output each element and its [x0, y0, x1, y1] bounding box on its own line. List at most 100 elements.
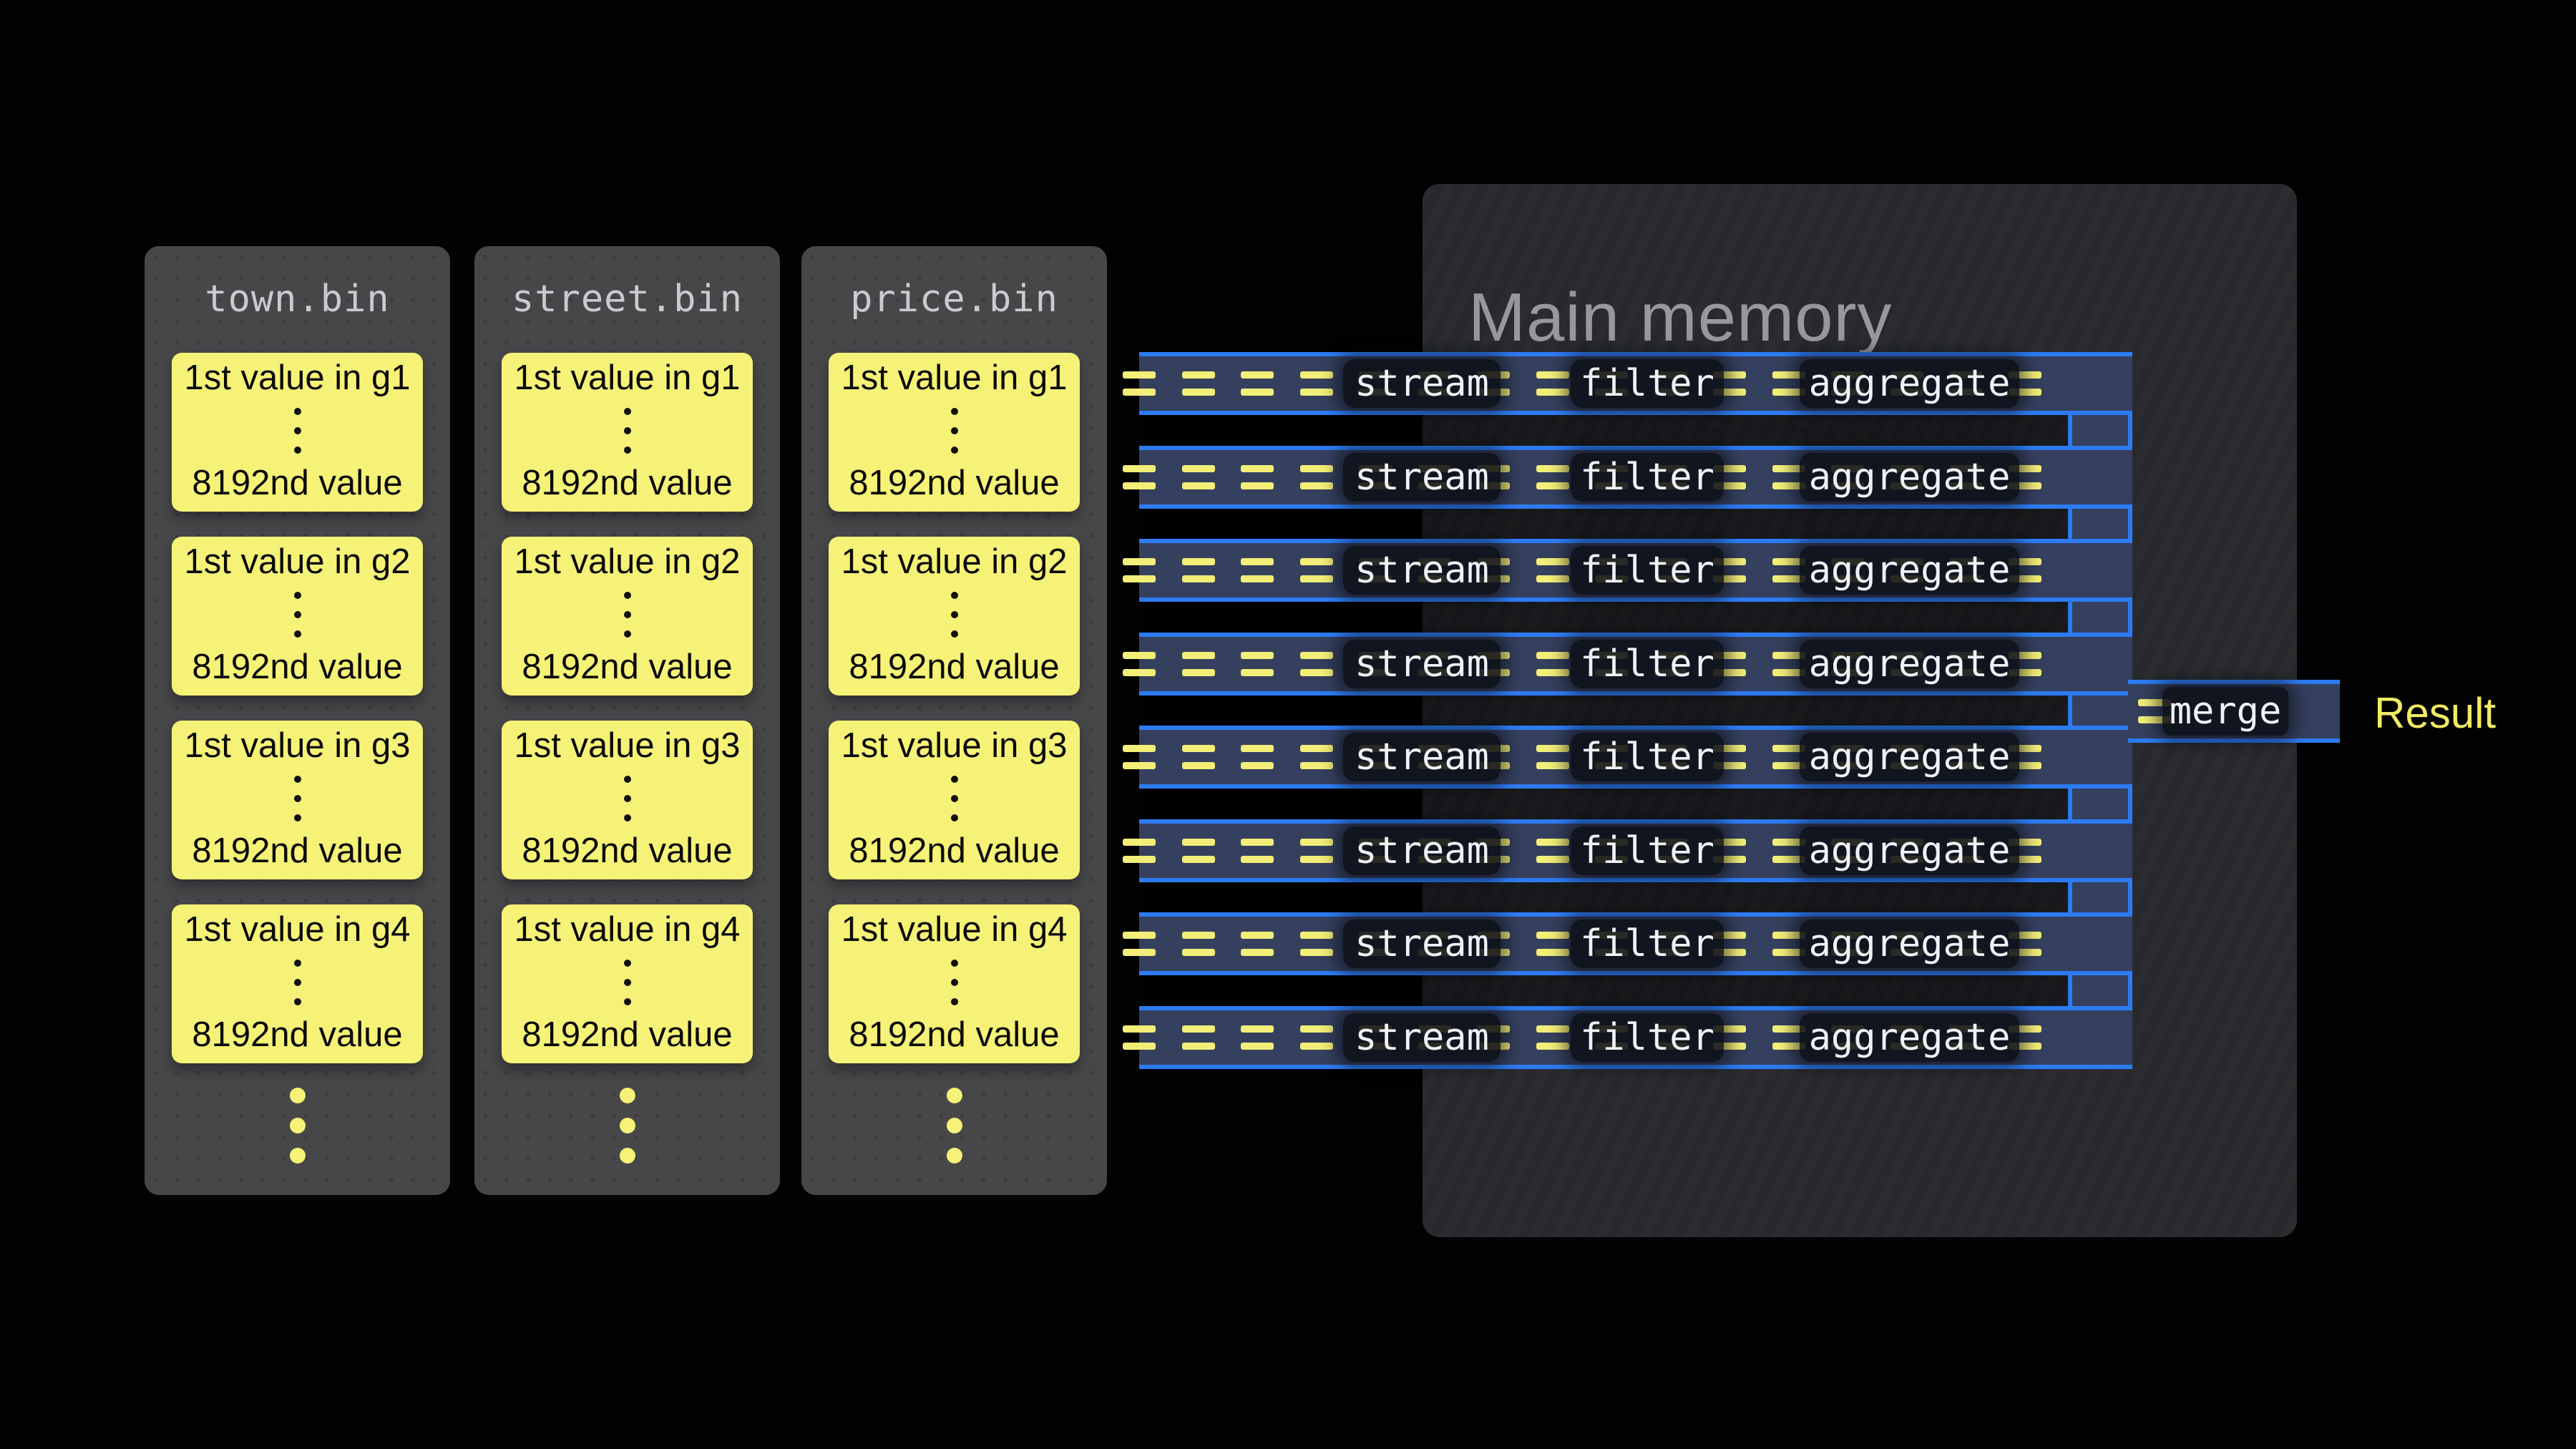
stage-label: aggregate	[1809, 736, 2011, 779]
file-header: town.bin	[145, 246, 450, 352]
block-last-value: 8192nd value	[522, 833, 732, 869]
main-memory-title: Main memory	[1468, 278, 1892, 357]
stage-label: stream	[1355, 922, 1489, 965]
stage-box-aggregate: aggregate	[1800, 546, 2019, 595]
ellipsis-dots-icon	[624, 960, 631, 1005]
data-chunk-icon	[1241, 558, 1274, 582]
stage-box-filter: filter	[1571, 1013, 1724, 1062]
stage-box-filter: filter	[1571, 733, 1724, 781]
stage-box-stream: stream	[1343, 826, 1501, 875]
data-chunk-icon	[1241, 839, 1274, 863]
data-chunk-icon	[1182, 932, 1215, 956]
stage-label: stream	[1355, 549, 1489, 592]
data-chunk-icon	[1536, 371, 1569, 396]
stage-box-stream: stream	[1343, 359, 1501, 408]
stage-label: filter	[1580, 922, 1714, 965]
stage-label: stream	[1355, 829, 1489, 872]
stage-box-stream: stream	[1343, 546, 1501, 595]
block-last-value: 8192nd value	[192, 649, 402, 686]
value-block-g3: 1st value in g38192nd value	[172, 721, 423, 879]
result-label: Result	[2374, 688, 2496, 738]
block-first-value: 1st value in g1	[185, 360, 411, 396]
data-chunk-icon	[1300, 371, 1333, 396]
stage-label: filter	[1580, 1016, 1714, 1059]
block-first-value: 1st value in g3	[841, 728, 1068, 764]
stage-box-stream: stream	[1343, 919, 1501, 968]
data-chunk-icon	[1123, 371, 1156, 396]
value-block-g1: 1st value in g18192nd value	[829, 353, 1080, 512]
block-first-value: 1st value in g3	[514, 728, 741, 764]
data-chunk-icon	[1300, 932, 1333, 956]
stage-label: stream	[1355, 362, 1489, 405]
data-chunk-icon	[1123, 745, 1156, 769]
pipeline-row-2: streamfilteraggregate	[1139, 446, 2132, 509]
block-last-value: 8192nd value	[192, 1017, 402, 1053]
stage-label: aggregate	[1809, 829, 2011, 872]
data-chunk-icon	[1536, 558, 1569, 582]
data-chunk-icon	[1300, 558, 1333, 582]
stage-label: stream	[1355, 456, 1489, 499]
value-block-g2: 1st value in g28192nd value	[502, 537, 753, 696]
data-chunk-icon	[1123, 465, 1156, 489]
ellipsis-dots-icon	[951, 408, 958, 454]
data-chunk-icon	[1241, 932, 1274, 956]
data-chunk-icon	[1182, 371, 1215, 396]
data-chunk-icon	[1536, 932, 1569, 956]
stage-box-filter: filter	[1571, 826, 1724, 875]
ellipsis-dots-icon	[294, 408, 301, 454]
pipeline-row-1: streamfilteraggregate	[1139, 352, 2132, 415]
data-chunk-icon	[1123, 839, 1156, 863]
data-chunk-icon	[1536, 1025, 1569, 1050]
merge-stub: merge	[2128, 680, 2340, 743]
more-groups-dots-icon	[620, 1088, 635, 1163]
stage-box-aggregate: aggregate	[1800, 733, 2019, 781]
pipeline-row-5: streamfilteraggregate	[1139, 726, 2132, 789]
stage-label: filter	[1580, 829, 1714, 872]
ellipsis-dots-icon	[294, 960, 301, 1005]
ellipsis-dots-icon	[951, 592, 958, 638]
data-chunk-icon	[1536, 652, 1569, 676]
stage-box-aggregate: aggregate	[1800, 359, 2019, 408]
pipeline-row-3: stream filter aggregate	[1139, 539, 2132, 602]
stage-box-aggregate: aggregate	[1800, 919, 2019, 968]
data-chunk-icon	[1182, 652, 1215, 676]
file-column-street: street.bin1st value in g18192nd value1st…	[474, 246, 780, 1195]
pipeline-gap	[1139, 509, 2068, 540]
block-last-value: 8192nd value	[192, 465, 402, 502]
stage-box-aggregate: aggregate	[1800, 640, 2019, 688]
stage-box-stream: stream	[1343, 640, 1501, 688]
stage-label: stream	[1355, 643, 1489, 686]
pipeline-row-4: streamfilteraggregate	[1139, 633, 2132, 696]
stage-label: aggregate	[1809, 1016, 2011, 1059]
value-block-g1: 1st value in g18192nd value	[502, 353, 753, 512]
stage-box-filter: filter	[1571, 919, 1724, 968]
more-groups-dots-icon	[947, 1088, 962, 1163]
block-first-value: 1st value in g1	[841, 360, 1068, 396]
value-block-g3: 1st value in g3 8192nd value	[502, 721, 753, 879]
stage-box-aggregate: aggregate	[1800, 1013, 2019, 1062]
data-chunk-icon	[1241, 1025, 1274, 1050]
stage-label: filter	[1580, 456, 1714, 499]
stage-box-filter: filter	[1571, 546, 1724, 595]
data-chunk-icon	[1182, 745, 1215, 769]
data-chunk-icon	[1300, 1025, 1333, 1050]
stage-label: aggregate	[1809, 643, 2011, 686]
data-chunk-icon	[1241, 371, 1274, 396]
pipeline-gap	[1139, 882, 2068, 913]
pipeline-row-6: stream filter aggregate	[1139, 819, 2132, 882]
value-block-g3: 1st value in g3 8192nd value	[829, 721, 1080, 879]
stage-box-aggregate: aggregate	[1800, 826, 2019, 875]
block-first-value: 1st value in g2	[841, 544, 1068, 580]
stage-box-stream: stream	[1343, 453, 1501, 502]
block-first-value: 1st value in g4	[185, 912, 411, 948]
pipeline-gap	[1139, 975, 2068, 1006]
block-last-value: 8192nd value	[522, 1017, 732, 1053]
data-chunk-icon	[1182, 558, 1215, 582]
data-chunk-icon	[1536, 745, 1569, 769]
pipeline-row-7: stream filter aggregate	[1139, 912, 2132, 975]
data-chunk-icon	[1241, 465, 1274, 489]
block-first-value: 1st value in g2	[185, 544, 411, 580]
data-chunk-icon	[1123, 558, 1156, 582]
block-last-value: 8192nd value	[849, 833, 1059, 869]
data-chunk-icon	[1182, 1025, 1215, 1050]
